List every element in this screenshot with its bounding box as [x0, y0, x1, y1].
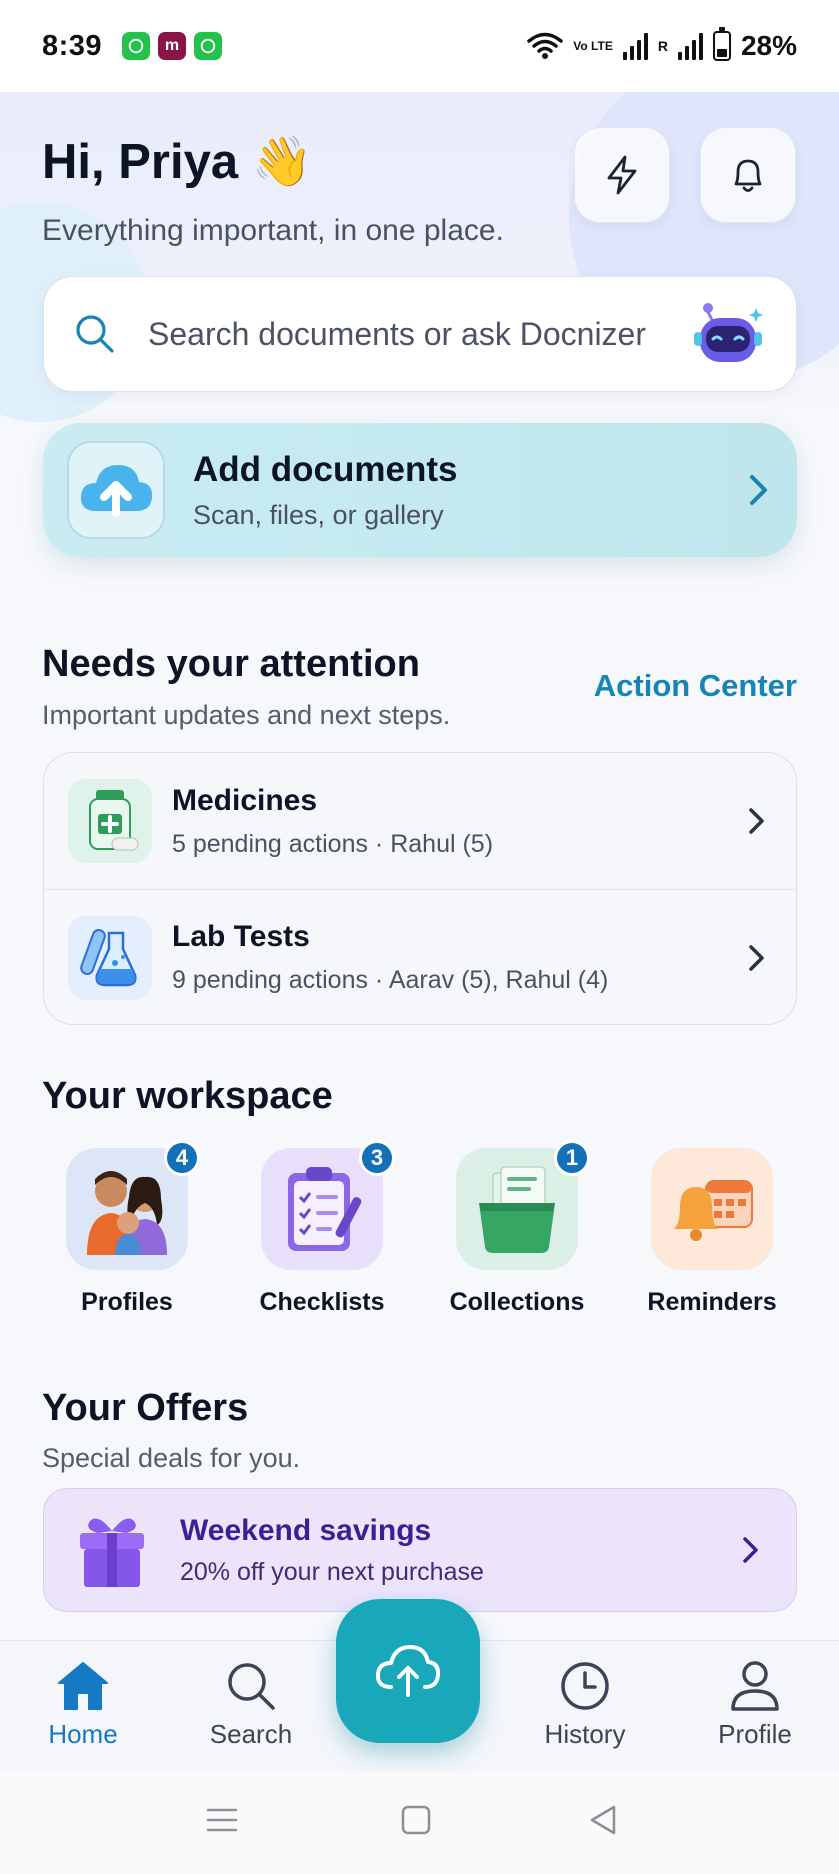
- attention-item-title: Medicines: [172, 783, 318, 817]
- workspace-item-label: Checklists: [259, 1288, 385, 1316]
- offer-subtitle: 20% off your next purchase: [180, 1557, 484, 1586]
- bell-calendar-icon: [651, 1148, 773, 1270]
- lab-flask-icon: [68, 915, 152, 1000]
- notification-icons: m: [122, 32, 223, 60]
- bell-icon: [734, 159, 762, 192]
- wifi-icon: [527, 32, 564, 59]
- workspace-title: Your workspace: [42, 1075, 333, 1117]
- home-icon: [58, 1662, 108, 1710]
- upload-fab-button[interactable]: [336, 1599, 480, 1743]
- attention-subtitle: Important updates and next steps.: [42, 700, 451, 730]
- workspace-item-label: Collections: [449, 1288, 585, 1316]
- workspace-item-checklists[interactable]: 3 Checklists: [237, 1140, 407, 1317]
- family-profiles-icon: 4: [66, 1140, 200, 1270]
- chevron-right-icon: [750, 475, 767, 505]
- attention-list: Medicines 5 pending actions · Rahul (5) …: [43, 752, 797, 1025]
- badge-count: 4: [164, 1140, 200, 1176]
- quick-actions-button[interactable]: [574, 127, 670, 223]
- search-icon: [228, 1663, 275, 1710]
- offers-subtitle: Special deals for you.: [42, 1443, 301, 1473]
- whatsapp-icon: [194, 32, 223, 60]
- search-icon: [76, 315, 114, 353]
- nav-label: Home: [48, 1719, 118, 1749]
- status-bar: 8:39 m Vo LTE R 28%: [0, 0, 839, 92]
- app-m-icon: m: [158, 32, 187, 60]
- offer-title: Weekend savings: [180, 1513, 432, 1547]
- nav-profile[interactable]: Profile: [690, 1659, 820, 1750]
- signal-icon: [677, 32, 703, 60]
- workspace-item-label: Profiles: [81, 1288, 173, 1316]
- greeting-subtitle: Everything important, in one place.: [42, 214, 504, 247]
- folder-collections-icon: 1: [456, 1140, 590, 1270]
- volte-indicator: Vo LTE: [573, 39, 613, 53]
- status-time: 8:39: [42, 29, 103, 62]
- back-triangle-icon[interactable]: [586, 1802, 622, 1838]
- system-navigation-bar: [0, 1772, 839, 1874]
- add-documents-title: Add documents: [193, 449, 458, 489]
- add-documents-subtitle: Scan, files, or gallery: [193, 499, 444, 530]
- whatsapp-icon: [122, 32, 151, 60]
- search-bar[interactable]: Search documents or ask Docnizer: [43, 276, 797, 392]
- checklist-clipboard-icon: 3: [261, 1140, 395, 1270]
- chevron-right-icon: [749, 808, 764, 834]
- nav-search[interactable]: Search: [186, 1659, 316, 1750]
- attention-item-subtitle: 9 pending actions · Aarav (5), Rahul (4): [172, 966, 609, 994]
- signal-icon: [622, 32, 648, 60]
- user-icon: [731, 1661, 779, 1711]
- workspace-grid: 4 Profiles 3 Checklists 1 Collections Re…: [42, 1140, 797, 1317]
- cloud-upload-icon: [67, 441, 165, 539]
- recents-menu-icon[interactable]: [204, 1802, 240, 1838]
- assistant-robot-icon[interactable]: [688, 294, 768, 374]
- nav-label: Profile: [718, 1719, 792, 1749]
- cloud-upload-icon: [375, 1645, 441, 1697]
- search-input[interactable]: Search documents or ask Docnizer: [148, 316, 688, 353]
- workspace-item-label: Reminders: [647, 1288, 777, 1316]
- medicine-bottle-icon: [68, 779, 152, 863]
- lightning-icon: [607, 155, 637, 195]
- gift-icon: [80, 1518, 144, 1587]
- chevron-right-icon: [749, 944, 764, 971]
- attention-item-title: Lab Tests: [172, 920, 310, 953]
- chevron-right-icon: [743, 1537, 758, 1563]
- badge-count: 1: [554, 1140, 590, 1176]
- nav-label: History: [544, 1719, 626, 1749]
- battery-percent: 28%: [740, 30, 797, 61]
- battery-icon: [712, 27, 731, 61]
- attention-title: Needs your attention: [42, 643, 420, 685]
- attention-item-subtitle: 5 pending actions · Rahul (5): [172, 829, 494, 858]
- attention-item-medicines[interactable]: Medicines 5 pending actions · Rahul (5): [44, 753, 796, 889]
- greeting-title: Hi, Priya 👋: [42, 135, 313, 189]
- clock-icon: [561, 1662, 609, 1710]
- roaming-indicator: R: [657, 38, 668, 54]
- action-center-link[interactable]: Action Center: [594, 668, 797, 704]
- nav-label: Search: [209, 1719, 293, 1749]
- status-right: Vo LTE R 28%: [527, 27, 797, 62]
- nav-history[interactable]: History: [520, 1659, 650, 1750]
- offers-title: Your Offers: [42, 1387, 249, 1429]
- nav-home[interactable]: Home: [18, 1659, 148, 1750]
- home-square-icon[interactable]: [398, 1802, 434, 1838]
- attention-item-lab-tests[interactable]: Lab Tests 9 pending actions · Aarav (5),…: [44, 889, 796, 1024]
- add-documents-card[interactable]: Add documents Scan, files, or gallery: [43, 423, 797, 557]
- workspace-item-reminders[interactable]: Reminders: [627, 1148, 797, 1317]
- notifications-button[interactable]: [700, 127, 796, 223]
- offer-card-weekend-savings[interactable]: Weekend savings 20% off your next purcha…: [43, 1488, 797, 1612]
- badge-count: 3: [359, 1140, 395, 1176]
- workspace-item-collections[interactable]: 1 Collections: [432, 1140, 602, 1317]
- workspace-item-profiles[interactable]: 4 Profiles: [42, 1140, 212, 1317]
